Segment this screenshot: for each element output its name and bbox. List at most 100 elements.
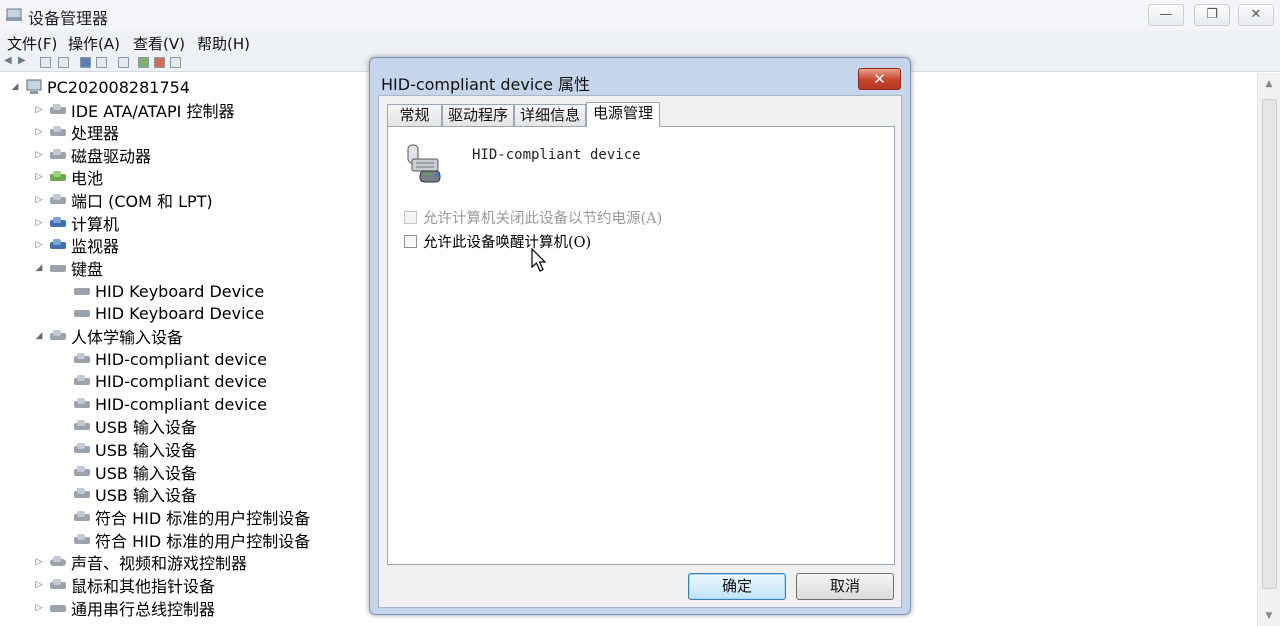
tree-item-label: IDE ATA/ATAPI 控制器 xyxy=(71,102,235,121)
tree-item[interactable]: USB 输入设备 xyxy=(72,415,197,437)
vertical-scrollbar[interactable]: ▲ ▼ xyxy=(1257,73,1280,626)
allow-wake-checkbox[interactable] xyxy=(404,235,417,248)
keyboard-icon xyxy=(72,283,92,299)
tree-item[interactable]: USB 输入设备 xyxy=(72,438,197,460)
cancel-button[interactable]: 取消 xyxy=(796,573,894,600)
tree-item[interactable]: USB 输入设备 xyxy=(72,461,197,483)
tree-item[interactable]: 符合 HID 标准的用户控制设备 xyxy=(72,506,310,528)
tree-item[interactable]: ▷ 计算机 xyxy=(34,212,119,234)
scroll-down-icon[interactable]: ▼ xyxy=(1263,611,1275,621)
tree-item[interactable]: HID-compliant device xyxy=(72,393,267,415)
back-arrow-icon[interactable]: ◀ xyxy=(4,55,15,66)
device-name: HID-compliant device xyxy=(472,147,641,163)
scan-hardware-icon[interactable] xyxy=(118,57,129,68)
expand-arrow-icon[interactable]: ▷ xyxy=(34,603,44,613)
hid-icon xyxy=(72,509,92,525)
help-icon[interactable] xyxy=(80,57,91,68)
tree-item[interactable]: HID-compliant device xyxy=(72,348,267,370)
tree-item-label: 计算机 xyxy=(71,215,120,234)
battery-icon xyxy=(48,169,68,185)
expand-arrow-icon[interactable]: ▷ xyxy=(34,172,44,182)
tree-item[interactable]: ▷ 电池 xyxy=(34,166,103,188)
tree-item[interactable]: ◢ 人体学输入设备 xyxy=(34,325,183,347)
show-hide-icon[interactable] xyxy=(96,57,107,68)
keyboard-icon xyxy=(72,305,92,321)
expand-arrow-icon[interactable]: ▷ xyxy=(34,580,44,590)
expand-arrow-icon[interactable]: ▷ xyxy=(34,240,44,250)
hid-icon xyxy=(72,396,92,412)
device-manager-icon xyxy=(6,8,22,21)
expand-arrow-icon[interactable]: ▷ xyxy=(34,150,44,160)
tree-item[interactable]: ▷ 通用串行总线控制器 xyxy=(34,597,215,619)
tree-item[interactable]: HID Keyboard Device xyxy=(72,280,264,302)
hid-icon xyxy=(72,464,92,480)
tree-item-label: 处理器 xyxy=(71,124,120,143)
dialog-body: 常规 驱动程序 详细信息 电源管理 HID-compliant device 允… xyxy=(378,95,902,608)
expand-arrow-icon[interactable]: ◢ xyxy=(34,263,44,273)
expand-arrow-icon[interactable]: ▷ xyxy=(34,218,44,228)
power-management-panel: HID-compliant device 允许计算机关闭此设备以节约电源(A) … xyxy=(387,126,895,565)
ok-button[interactable]: 确定 xyxy=(688,573,786,600)
menu-file[interactable]: 文件(F) xyxy=(7,33,57,54)
tab-details[interactable]: 详细信息 xyxy=(514,104,586,126)
tree-item[interactable]: HID Keyboard Device xyxy=(72,302,264,324)
tree-item-label: 磁盘驱动器 xyxy=(71,147,152,166)
hid-icon xyxy=(72,373,92,389)
update-driver-icon[interactable] xyxy=(138,57,149,68)
tree-item-label: USB 输入设备 xyxy=(95,464,197,483)
tree-item[interactable]: USB 输入设备 xyxy=(72,483,197,505)
computer-icon xyxy=(48,215,68,231)
hid-icon xyxy=(72,441,92,457)
tree-item[interactable]: 符合 HID 标准的用户控制设备 xyxy=(72,529,310,551)
mouse-icon xyxy=(48,577,68,593)
scroll-thumb[interactable] xyxy=(1262,99,1277,589)
tab-driver[interactable]: 驱动程序 xyxy=(442,104,514,126)
hid-icon xyxy=(72,486,92,502)
tree-item-label: USB 输入设备 xyxy=(95,441,197,460)
expand-arrow-icon[interactable]: ▷ xyxy=(34,557,44,567)
tree-item-label: HID-compliant device xyxy=(95,371,267,391)
minimize-button[interactable]: — xyxy=(1148,4,1184,26)
menu-help[interactable]: 帮助(H) xyxy=(197,33,250,54)
hid-icon xyxy=(72,418,92,434)
uninstall-icon[interactable] xyxy=(154,57,165,68)
tab-general[interactable]: 常规 xyxy=(387,104,442,126)
expand-arrow-icon[interactable]: ◢ xyxy=(34,331,44,341)
properties-icon[interactable] xyxy=(40,57,51,68)
tab-power-management[interactable]: 电源管理 xyxy=(586,102,660,127)
tree-item-label: 鼠标和其他指针设备 xyxy=(71,577,216,596)
tree-item[interactable]: ▷ IDE ATA/ATAPI 控制器 xyxy=(34,99,235,121)
tree-item[interactable]: ▷ 端口 (COM 和 LPT) xyxy=(34,189,213,211)
allow-wake-label[interactable]: 允许此设备唤醒计算机(O) xyxy=(423,231,591,252)
monitor-icon xyxy=(48,237,68,253)
hid-device-icon xyxy=(407,144,441,183)
tree-root[interactable]: ◢ PC202008281754 xyxy=(10,76,190,98)
disable-device-icon[interactable] xyxy=(170,57,181,68)
expand-arrow-icon[interactable]: ▷ xyxy=(34,127,44,137)
menu-bar: 文件(F) 操作(A) 查看(V) 帮助(H) xyxy=(0,30,1280,54)
allow-wake-option[interactable]: 允许此设备唤醒计算机(O) xyxy=(404,231,591,252)
speaker-icon xyxy=(48,554,68,570)
maximize-button[interactable]: ❐ xyxy=(1194,4,1230,26)
forward-arrow-icon[interactable]: ▶ xyxy=(18,55,29,66)
tree-item[interactable]: ▷ 声音、视频和游戏控制器 xyxy=(34,551,247,573)
usb-icon xyxy=(48,600,68,616)
menu-view[interactable]: 查看(V) xyxy=(133,33,185,54)
dialog-close-button[interactable]: ✕ xyxy=(858,68,901,90)
tree-item[interactable]: ◢ 键盘 xyxy=(34,257,103,279)
expand-arrow-icon[interactable]: ▷ xyxy=(34,195,44,205)
scroll-up-icon[interactable]: ▲ xyxy=(1263,79,1275,89)
tree-item[interactable]: ▷ 磁盘驱动器 xyxy=(34,144,151,166)
expand-arrow-icon[interactable]: ◢ xyxy=(10,82,20,92)
tree-item[interactable]: ▷ 监视器 xyxy=(34,234,119,256)
tree-item-label: 符合 HID 标准的用户控制设备 xyxy=(95,509,311,528)
tree-item[interactable]: ▷ 鼠标和其他指针设备 xyxy=(34,574,215,596)
hid-icon xyxy=(72,351,92,367)
tree-item-label: HID Keyboard Device xyxy=(95,281,265,301)
close-window-button[interactable]: ✕ xyxy=(1238,4,1274,26)
tree-item[interactable]: HID-compliant device xyxy=(72,370,267,392)
console-icon[interactable] xyxy=(58,57,69,68)
tree-item[interactable]: ▷ 处理器 xyxy=(34,121,119,143)
expand-arrow-icon[interactable]: ▷ xyxy=(34,105,44,115)
menu-action[interactable]: 操作(A) xyxy=(68,33,120,54)
